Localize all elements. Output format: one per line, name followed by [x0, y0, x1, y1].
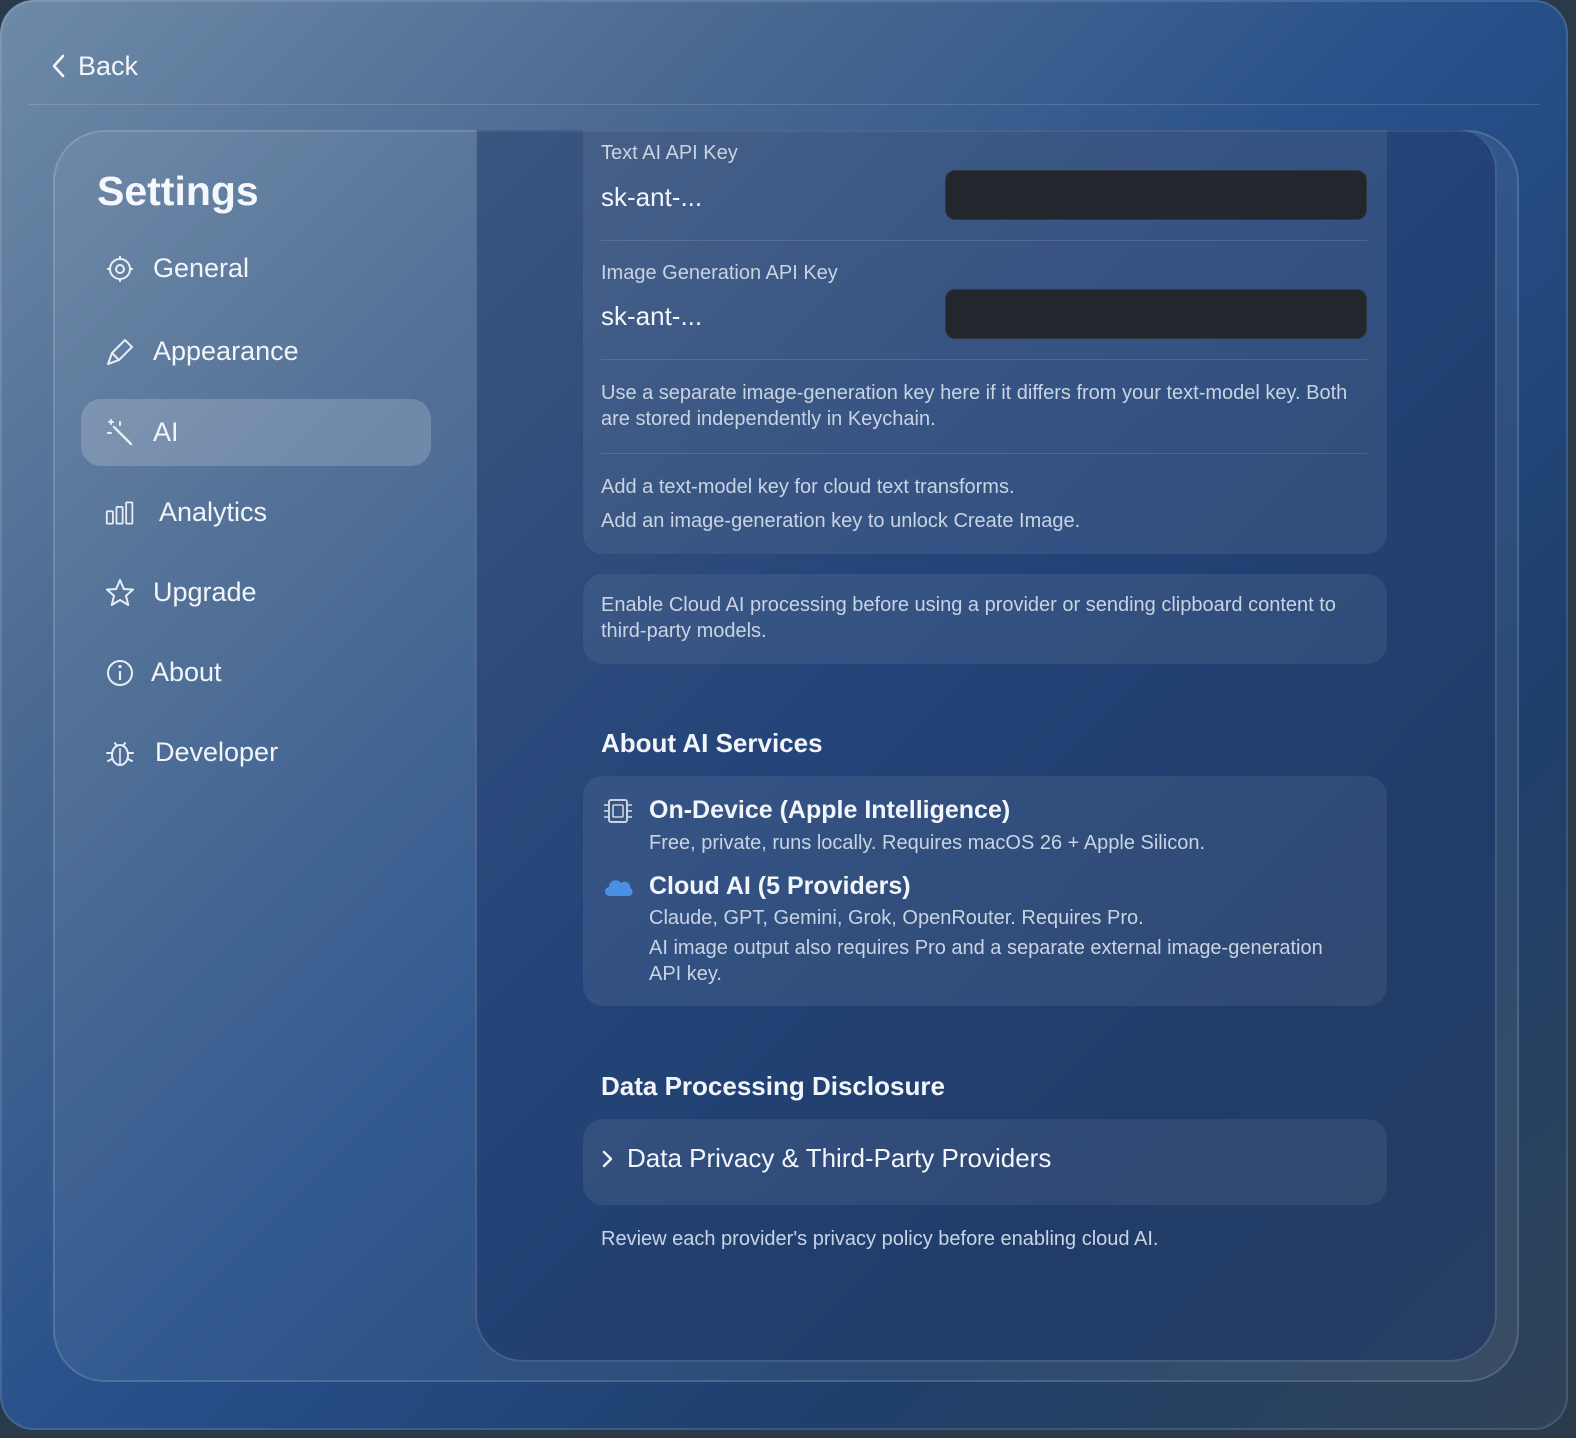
cloud-icon — [604, 880, 633, 896]
chip-icon — [604, 799, 632, 823]
bug-icon — [103, 736, 137, 770]
sidebar-item-general[interactable]: General — [81, 235, 431, 302]
ai-services-card: On-Device (Apple Intelligence) Free, pri… — [583, 776, 1387, 1006]
sidebar-item-appearance[interactable]: Appearance — [81, 318, 431, 385]
chevron-right-icon — [602, 1150, 613, 1167]
text-key-hint: Add a text-model key for cloud text tran… — [601, 476, 1015, 498]
sidebar-item-label: Developer — [155, 737, 279, 767]
chevron-left-icon — [52, 54, 65, 78]
back-button[interactable]: Back — [50, 48, 138, 84]
image-key-input[interactable] — [945, 289, 1367, 339]
bar-chart-icon — [103, 496, 137, 530]
sidebar-item-label: AI — [153, 417, 179, 447]
sidebar-item-analytics[interactable]: Analytics — [81, 479, 431, 546]
settings-panel: Settings General Appearance AI Analytics… — [53, 130, 1519, 1382]
sidebar-item-developer[interactable]: Developer — [81, 719, 431, 786]
separate-key-note: Use a separate image-generation key here… — [601, 382, 1348, 430]
text-key-input[interactable] — [945, 170, 1367, 220]
image-key-label: Image Generation API Key — [601, 262, 838, 284]
header-divider — [28, 104, 1540, 105]
divider — [601, 453, 1367, 454]
sidebar: Settings General Appearance AI Analytics… — [55, 132, 475, 1380]
cloud-notice-card: Enable Cloud AI processing before using … — [583, 574, 1387, 664]
settings-window: Back Settings General Appearance AI Anal… — [0, 0, 1568, 1430]
privacy-footer-note: Review each provider's privacy policy be… — [601, 1228, 1159, 1250]
divider — [601, 240, 1367, 241]
magic-wand-icon — [103, 416, 137, 450]
ai-settings-content: Text AI API Key sk-ant-... Image Generat… — [475, 130, 1497, 1362]
sidebar-item-upgrade[interactable]: Upgrade — [81, 559, 431, 626]
star-icon — [103, 576, 137, 610]
divider — [601, 359, 1367, 360]
sidebar-item-label: Analytics — [159, 497, 268, 527]
cloud-image-note: AI image output also requires Pro and a … — [649, 937, 1323, 985]
sidebar-item-label: About — [151, 657, 222, 687]
on-device-title: On-Device (Apple Intelligence) — [649, 796, 1011, 824]
text-key-label: Text AI API Key — [601, 142, 738, 164]
sidebar-item-ai[interactable]: AI — [81, 399, 431, 466]
data-privacy-disclosure[interactable]: Data Privacy & Third-Party Providers — [601, 1143, 1051, 1174]
data-processing-heading: Data Processing Disclosure — [601, 1071, 945, 1101]
image-key-hint: Add an image-generation key to unlock Cr… — [601, 510, 1081, 532]
info-icon — [103, 656, 137, 690]
data-privacy-card: Data Privacy & Third-Party Providers — [583, 1119, 1387, 1205]
back-label: Back — [78, 50, 139, 81]
api-keys-card: Text AI API Key sk-ant-... Image Generat… — [583, 130, 1387, 554]
paintbrush-icon — [103, 335, 137, 369]
sidebar-item-label: Appearance — [153, 336, 299, 366]
cloud-notice-text: Enable Cloud AI processing before using … — [601, 594, 1336, 642]
disclosure-label: Data Privacy & Third-Party Providers — [627, 1143, 1052, 1173]
image-key-value: sk-ant-... — [601, 301, 703, 331]
sidebar-item-about[interactable]: About — [81, 639, 431, 706]
sidebar-item-label: Upgrade — [153, 577, 257, 607]
sidebar-title: Settings — [97, 168, 259, 214]
about-services-heading: About AI Services — [601, 728, 823, 758]
sidebar-item-label: General — [153, 253, 250, 283]
text-key-value: sk-ant-... — [601, 182, 703, 212]
on-device-desc: Free, private, runs locally. Requires ma… — [649, 832, 1205, 854]
gear-icon — [103, 252, 137, 286]
cloud-ai-desc: Claude, GPT, Gemini, Grok, OpenRouter. R… — [649, 907, 1144, 929]
cloud-ai-title: Cloud AI (5 Providers) — [649, 872, 911, 900]
